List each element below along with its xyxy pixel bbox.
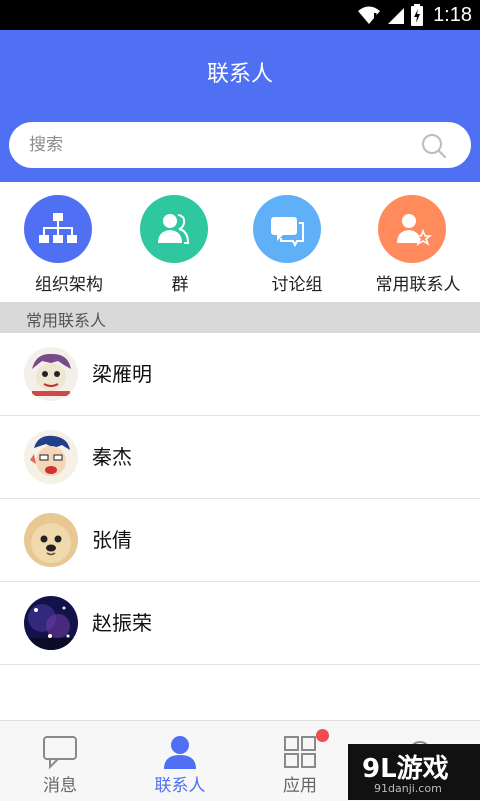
quick-action-org-chart[interactable]: 组织架构 — [0, 182, 120, 302]
list-item[interactable]: 梁雁明 — [0, 333, 480, 416]
contact-name: 赵振荣 — [92, 611, 152, 635]
org-chart-icon — [24, 195, 92, 263]
list-item[interactable]: 张倩 — [0, 499, 480, 582]
section-title: 常用联系人 — [26, 311, 107, 330]
tab-contacts[interactable]: 联系人 — [120, 721, 240, 801]
contact-name: 秦杰 — [92, 445, 132, 469]
battery-icon — [411, 4, 424, 26]
page-title: 联系人 — [206, 62, 273, 87]
notification-badge — [316, 729, 329, 742]
quick-action-label: 讨论组 — [271, 275, 323, 295]
quick-action-favorites[interactable]: 常用联系人 — [360, 182, 480, 302]
search-input[interactable] — [29, 122, 409, 168]
avatar — [24, 596, 78, 650]
section-header: 常用联系人 — [0, 302, 480, 333]
wifi-icon — [358, 6, 381, 24]
person-icon — [164, 736, 196, 769]
search-icon[interactable] — [421, 133, 447, 159]
avatar — [24, 430, 78, 484]
signal-icon — [388, 8, 405, 24]
avatar — [24, 513, 78, 567]
search-box[interactable] — [9, 122, 471, 168]
header: 联系人 — [0, 30, 480, 182]
list-item[interactable]: 秦杰 — [0, 416, 480, 499]
contact-list: 梁雁明 秦杰 张倩 赵振荣 — [0, 333, 480, 665]
contact-name: 梁雁明 — [92, 362, 152, 386]
watermark: 9L游戏 91danji.com — [348, 744, 480, 800]
tab-label: 消息 — [43, 776, 77, 796]
quick-action-discussion[interactable]: 讨论组 — [240, 182, 360, 302]
quick-action-label: 常用联系人 — [375, 275, 461, 295]
favorite-contact-icon — [378, 195, 446, 263]
watermark-logo: 9L游戏 — [362, 754, 449, 784]
status-time: 1:18 — [433, 3, 472, 26]
discussion-icon — [253, 195, 321, 263]
quick-action-group[interactable]: 群 — [120, 182, 240, 302]
watermark-url: 91danji.com — [374, 782, 442, 795]
quick-actions: 组织架构 群 讨论组 常用联系人 — [0, 182, 480, 302]
tab-apps[interactable]: 应用 — [240, 721, 360, 801]
avatar — [24, 347, 78, 401]
tab-label: 联系人 — [154, 776, 206, 796]
list-item[interactable]: 赵振荣 — [0, 582, 480, 665]
contact-name: 张倩 — [92, 528, 132, 552]
group-icon — [140, 195, 208, 263]
status-icons: 1:18 — [357, 0, 472, 30]
status-bar: 1:18 — [0, 0, 480, 30]
chat-bubble-icon — [43, 736, 77, 769]
tab-messages[interactable]: 消息 — [0, 721, 120, 801]
tab-label: 应用 — [283, 776, 317, 796]
apps-grid-icon — [284, 736, 316, 768]
